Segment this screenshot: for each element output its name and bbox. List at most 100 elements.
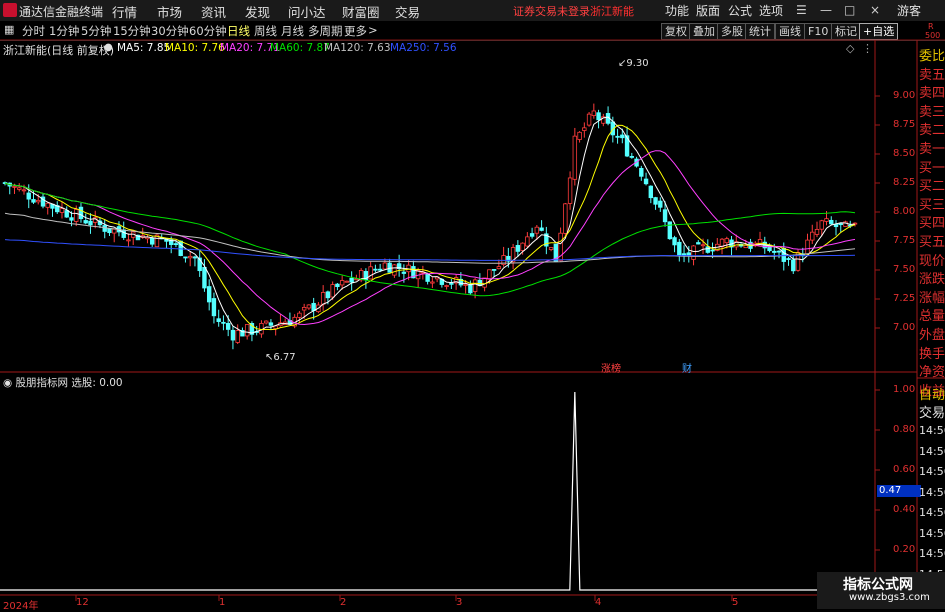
candle-body [187,255,193,259]
candle-body [36,199,41,203]
corner-r-value: 500 [925,31,941,40]
candle-body [482,277,487,288]
candle-body [373,268,378,271]
candle-body [705,246,710,253]
watermark-title: 指标公式网 [843,577,913,593]
indicator-tick-label: 0.60 [893,464,916,475]
trade-time: 14:56 [919,424,945,437]
candle-body [377,268,383,271]
candle-body [344,280,350,283]
side-panel-label: 涨跌 [919,272,945,288]
side-panel-label: 买二 [919,179,945,195]
side-panel-label: 委比 [919,49,945,64]
candle-body [206,286,212,303]
corner-r: R [928,22,934,31]
candle-body [121,229,126,238]
candle-body [221,321,226,324]
price-tick-label: 7.00 [893,322,916,333]
candle-body [225,322,231,330]
candle-body [529,233,535,237]
candle-body [449,282,454,285]
date-label: 2 [340,597,347,608]
candle-body [677,241,682,256]
candle-body [468,283,473,294]
candle-body [653,197,658,205]
candle-body [112,228,117,234]
trade-time: 14:56 [919,444,945,458]
side-panel-label[interactable]: 交易 [919,402,945,421]
candle-body [667,221,673,240]
event-marker-finance[interactable]: 财 [682,360,692,375]
price-tick-label: 7.75 [893,235,916,246]
candle-body [173,243,179,246]
candle-body [235,330,240,343]
candle-body [69,217,74,221]
candle-body [472,279,478,292]
candle-body [539,227,544,231]
candle-body [620,134,625,139]
candle-body [639,168,644,177]
trade-time: 14:56 [919,547,945,560]
candle-body [325,291,331,299]
ma-line [4,124,856,331]
candle-body [491,269,497,271]
kline-chart[interactable] [0,0,945,609]
candle-body [662,209,668,223]
candle-body [349,277,354,283]
candle-body [776,250,782,253]
candle-body [781,247,786,262]
price-tick-label: 8.50 [893,148,916,159]
watermark-url: www.zbgs3.com [849,592,930,603]
event-marker-rank[interactable]: 涨榜 [601,360,621,375]
candle-body [45,202,50,208]
candle-body [126,239,131,242]
candle-body [672,237,677,246]
candle-body [368,266,373,280]
indicator-header[interactable]: ◉ 股朋指标网 选股: 0.00 [3,375,123,390]
candle-body [567,177,573,204]
candle-body [463,283,468,286]
side-panel-label: 卖四 [919,86,945,102]
side-panel-label: 换手 [919,346,945,362]
date-label: 4 [595,597,602,608]
candle-body [306,304,312,309]
side-panel-label: 卖一 [919,142,945,157]
indicator-settings-icon[interactable]: ◉ [3,377,16,389]
candle-body [833,224,839,228]
candle-body [64,210,69,218]
candle-body [444,285,449,287]
watermark: 指标公式网 www.zbgs3.com [817,572,945,609]
candle-body [591,110,597,116]
trade-time: 14:56 [919,526,945,540]
price-tick-label: 7.25 [893,293,916,304]
side-panel-label: 现价 [919,253,945,269]
side-panel-label: 买五 [919,235,945,250]
candle-body [430,281,435,284]
side-panel-label[interactable]: 自动 [919,384,945,403]
candle-body [615,135,620,138]
side-panel-label: 总量 [919,309,945,325]
side-panel-label: 买一 [919,160,945,176]
indicator-line [0,391,875,591]
candle-body [88,220,93,226]
date-label: 12 [76,597,89,608]
side-panel-label: 外盘 [919,328,945,343]
candle-body [17,187,22,190]
candle-body [786,258,791,260]
candle-body [791,259,796,272]
candle-body [268,322,274,326]
candle-body [596,112,601,121]
candle-body [643,178,649,185]
candle-body [401,271,407,274]
candle-body [150,237,155,245]
candle-body [525,236,530,247]
candle-body [230,329,236,341]
side-panel-label: 卖二 [919,123,945,139]
date-label: 1 [219,597,226,608]
candle-body [382,262,388,270]
side-panel-label: 买三 [919,197,945,213]
candle-body [496,266,502,270]
candle-body [572,135,578,180]
candle-body [829,219,834,225]
price-tick-label: 8.75 [893,119,916,130]
